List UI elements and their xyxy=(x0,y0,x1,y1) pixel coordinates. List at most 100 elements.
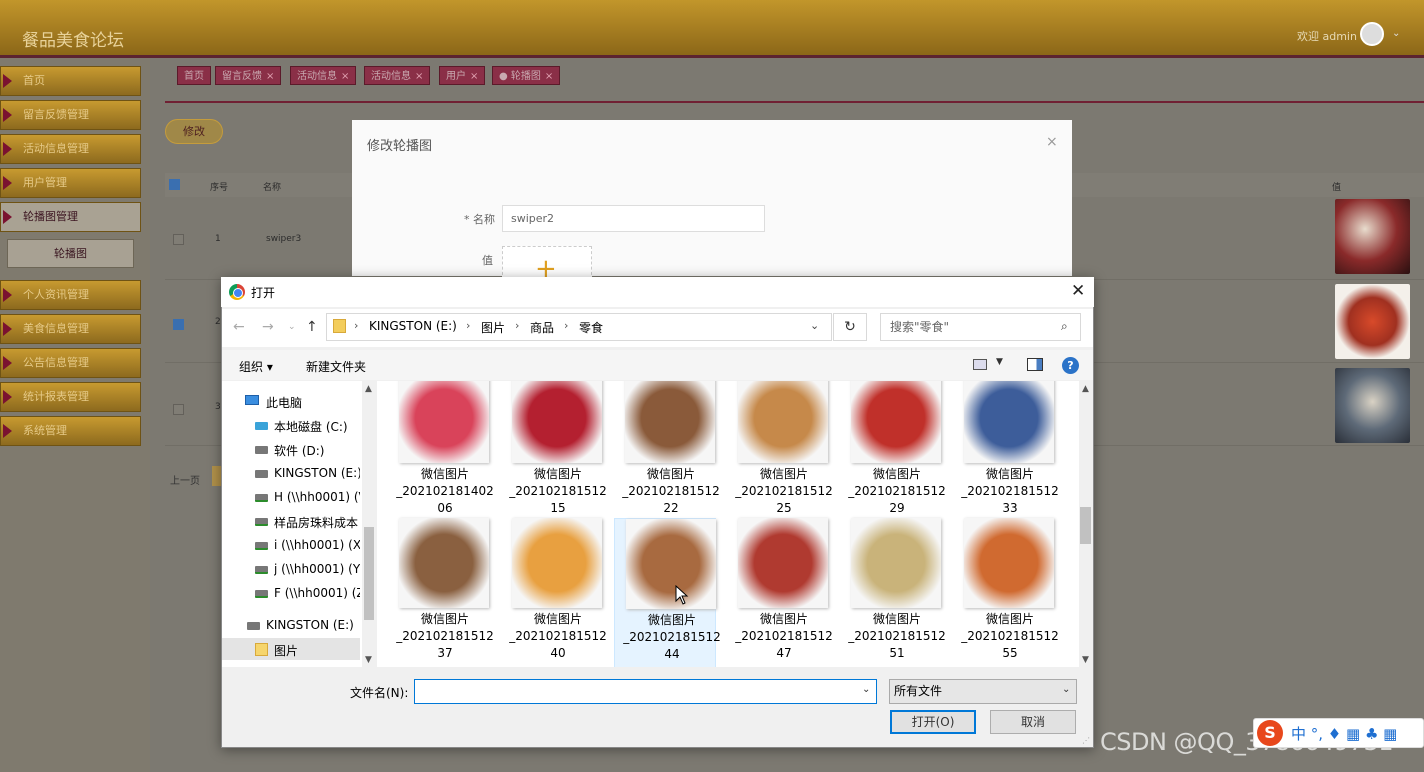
close-icon[interactable]: × xyxy=(266,71,274,82)
row-checkbox[interactable] xyxy=(173,404,184,415)
tree-item-drive-z[interactable]: F (\\hh0001) (Z xyxy=(274,586,360,600)
file-item[interactable]: 微信图片 _202102181512 22 xyxy=(614,381,720,523)
tree-item-drive-x[interactable]: i (\\hh0001) (X: xyxy=(274,538,360,552)
triangle-icon xyxy=(3,210,12,224)
sidebar-item-notice[interactable]: 公告信息管理 xyxy=(0,348,141,378)
breadcrumb-drive[interactable]: KINGSTON (E:) xyxy=(369,319,457,333)
chevron-down-icon[interactable]: ⌄ xyxy=(1392,28,1400,39)
organize-button[interactable]: 组织 ▾ xyxy=(239,358,273,375)
breadcrumb-pictures[interactable]: 图片 xyxy=(481,319,505,336)
sidebar-item-food[interactable]: 美食信息管理 xyxy=(0,314,141,344)
file-item[interactable]: 微信图片 _202102181512 15 xyxy=(501,381,607,523)
file-item[interactable]: 微信图片 _202102181512 51 xyxy=(840,518,946,667)
search-input[interactable]: 搜索"零食" xyxy=(880,313,1081,341)
file-item[interactable]: 微信图片 _202102181512 33 xyxy=(953,381,1059,523)
chevron-down-icon[interactable]: ⌄ xyxy=(810,319,819,332)
chevron-right-icon: › xyxy=(515,319,520,332)
refresh-icon[interactable]: ↻ xyxy=(833,313,867,341)
close-icon[interactable]: × xyxy=(545,71,553,82)
cancel-button[interactable]: 取消 xyxy=(990,710,1076,734)
tree-item-samples[interactable]: 样品房珠料成本 xyxy=(274,514,360,531)
sogou-logo-icon[interactable]: S xyxy=(1257,720,1283,746)
sidebar-item-news[interactable]: 个人资讯管理 xyxy=(0,280,141,310)
row-checkbox[interactable] xyxy=(173,234,184,245)
tree-scrollbar[interactable] xyxy=(362,381,376,667)
scroll-down-icon[interactable]: ▼ xyxy=(1082,655,1089,665)
tree-item-kingston[interactable]: KINGSTON (E:) xyxy=(266,618,360,632)
up-arrow-icon[interactable]: ↑ xyxy=(306,319,318,335)
row-index: 1 xyxy=(215,234,221,244)
close-icon[interactable]: × xyxy=(341,71,349,82)
sidebar-subitem-carousel[interactable]: 轮播图 xyxy=(7,239,134,268)
filetype-select[interactable]: 所有文件 xyxy=(889,679,1077,704)
scroll-down-icon[interactable]: ▼ xyxy=(365,655,372,665)
scrollbar-thumb[interactable] xyxy=(364,527,374,620)
tab-home[interactable]: 首页 xyxy=(177,66,211,85)
tab-label: 首页 xyxy=(184,71,204,82)
resize-grip[interactable]: ⋰ xyxy=(1082,736,1090,745)
tree-item-drive-d[interactable]: 软件 (D:) xyxy=(274,442,360,459)
sidebar-item-carousel[interactable]: 轮播图管理 xyxy=(0,202,141,232)
column-header-index[interactable]: 序号 xyxy=(210,180,228,193)
file-item[interactable]: 微信图片 _202102181512 47 xyxy=(727,518,833,667)
tree-item-drive-e[interactable]: KINGSTON (E:) xyxy=(274,466,360,480)
sidebar-item-activity[interactable]: 活动信息管理 xyxy=(0,134,141,164)
chevron-down-icon[interactable]: ⌄ xyxy=(1062,684,1070,695)
row-checkbox[interactable] xyxy=(173,319,184,330)
modify-button[interactable]: 修改 xyxy=(165,119,223,144)
tree-item-pictures[interactable]: 图片 xyxy=(274,642,298,659)
name-input[interactable]: swiper2 xyxy=(502,205,765,232)
close-icon[interactable]: ✕ xyxy=(1071,281,1085,301)
scroll-up-icon[interactable]: ▲ xyxy=(365,384,372,394)
tab-feedback[interactable]: 留言反馈 × xyxy=(215,66,282,85)
preview-pane-icon[interactable] xyxy=(1027,358,1043,371)
image-thumbnail xyxy=(626,519,716,609)
forward-arrow-icon[interactable]: → xyxy=(262,319,274,335)
tree-item-drive-y[interactable]: j (\\hh0001) (Y: xyxy=(274,562,360,576)
breadcrumb-snacks[interactable]: 零食 xyxy=(579,319,603,336)
file-name: _202102181512 xyxy=(961,629,1059,643)
breadcrumb-products[interactable]: 商品 xyxy=(530,319,554,336)
close-icon[interactable]: × xyxy=(470,71,478,82)
tab-activity-2[interactable]: 活动信息 × xyxy=(364,66,431,85)
search-icon[interactable]: ⌕ xyxy=(1061,319,1068,334)
tab-carousel[interactable]: ● 轮播图 × xyxy=(492,66,561,85)
scroll-up-icon[interactable]: ▲ xyxy=(1082,384,1089,394)
filename-input[interactable] xyxy=(414,679,877,704)
sidebar-item-feedback[interactable]: 留言反馈管理 xyxy=(0,100,141,130)
tab-activity[interactable]: 活动信息 × xyxy=(290,66,357,85)
chevron-down-icon[interactable]: ▼ xyxy=(996,357,1003,367)
close-icon[interactable]: × xyxy=(415,71,423,82)
view-icon[interactable] xyxy=(973,359,987,370)
new-folder-button[interactable]: 新建文件夹 xyxy=(306,358,366,375)
file-item[interactable]: 微信图片 _202102181512 37 xyxy=(388,518,494,667)
scrollbar-thumb[interactable] xyxy=(1080,507,1091,544)
avatar[interactable] xyxy=(1360,22,1384,46)
tree-item-this-pc[interactable]: 此电脑 xyxy=(266,394,302,411)
sidebar-item-stats[interactable]: 统计报表管理 xyxy=(0,382,141,412)
file-item[interactable]: 微信图片 _202102181512 55 xyxy=(953,518,1059,667)
tree-item-drive-c[interactable]: 本地磁盘 (C:) xyxy=(274,418,360,435)
file-item[interactable]: 微信图片 _202102181512 40 xyxy=(501,518,607,667)
open-button[interactable]: 打开(O) xyxy=(890,710,976,734)
prev-page-button[interactable]: 上一页 xyxy=(170,472,200,487)
chevron-down-icon[interactable]: ⌄ xyxy=(862,684,870,695)
file-item[interactable]: 微信图片 _202102181512 25 xyxy=(727,381,833,523)
sidebar-item-system[interactable]: 系统管理 xyxy=(0,416,141,446)
ime-status[interactable]: 中 °, ♦ ▦ ♣ ▦ xyxy=(1291,723,1397,744)
tab-users[interactable]: 用户 × xyxy=(439,66,486,85)
file-item[interactable]: 微信图片 _202102181512 44 xyxy=(614,518,721,667)
file-item[interactable]: 微信图片 _202102181512 29 xyxy=(840,381,946,523)
column-header-value[interactable]: 值 xyxy=(1332,180,1341,193)
file-item[interactable]: 微信图片 _202102181402 06 xyxy=(388,381,494,523)
tree-item-drive-v[interactable]: H (\\hh0001) (V xyxy=(274,490,360,504)
column-header-name[interactable]: 名称 xyxy=(263,180,281,193)
chevron-down-icon[interactable]: ⌄ xyxy=(288,322,296,332)
sidebar-item-home[interactable]: 首页 xyxy=(0,66,141,96)
select-all-checkbox[interactable] xyxy=(169,179,180,190)
back-arrow-icon[interactable]: ← xyxy=(233,319,245,335)
triangle-icon xyxy=(3,322,12,336)
close-icon[interactable]: × xyxy=(1046,134,1058,150)
help-icon[interactable]: ? xyxy=(1062,357,1079,374)
sidebar-item-users[interactable]: 用户管理 xyxy=(0,168,141,198)
